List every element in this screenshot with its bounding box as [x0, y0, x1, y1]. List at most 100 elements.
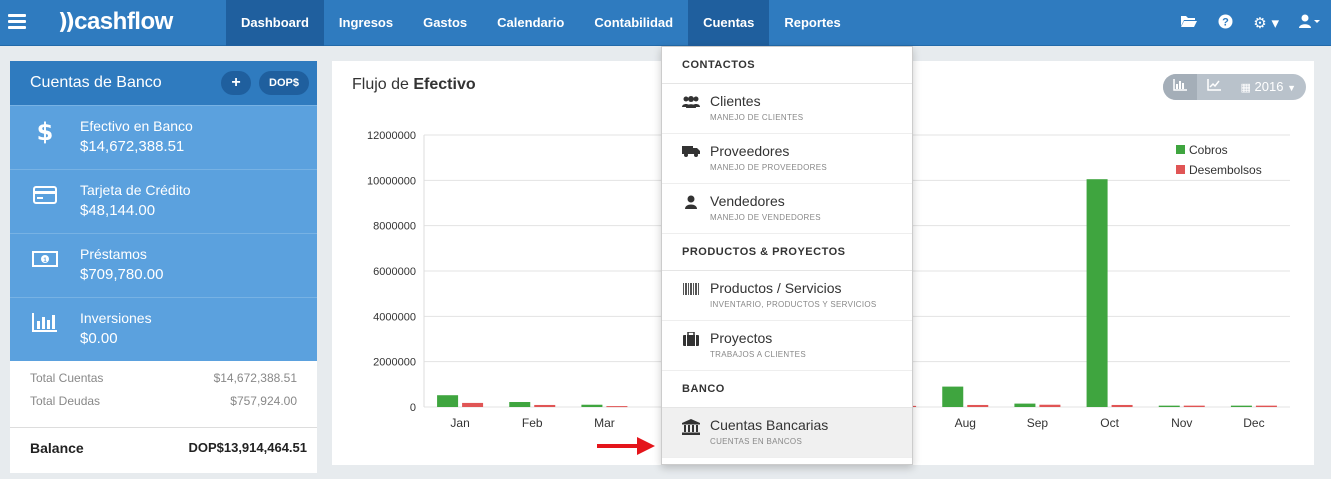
nav-ingresos[interactable]: Ingresos: [324, 0, 408, 46]
y-tick-label: 12000000: [367, 130, 416, 142]
menu-item-label: Cuentas Bancarias: [710, 417, 829, 433]
account-efectivo[interactable]: $ Efectivo en Banco $14,672,388.51: [10, 105, 317, 169]
menu-item-vendedores[interactable]: Vendedores MANEJO DE VENDEDORES: [662, 184, 912, 234]
briefcase-icon: [681, 331, 701, 350]
total-row: Total Deudas $757,924.00: [30, 394, 297, 417]
account-value: $14,672,388.51: [80, 138, 185, 155]
totals-block: Total Cuentas $14,672,388.51 Total Deuda…: [10, 361, 317, 417]
menu-item-sub: INVENTARIO, PRODUCTOS Y SERVICIOS: [710, 300, 877, 309]
question-icon[interactable]: ?: [1218, 14, 1233, 33]
menu-item-sub: CUENTAS EN BANCOS: [710, 437, 803, 446]
bar-desembolsos-oct: [1111, 404, 1133, 407]
menu-item-sub: TRABAJOS A CLIENTES: [710, 350, 806, 359]
account-value: $48,144.00: [80, 202, 156, 219]
bar-desembolsos-nov: [1183, 405, 1205, 407]
menu-item-clientes[interactable]: Clientes MANEJO DE CLIENTES: [662, 84, 912, 134]
credit-card-icon: [32, 182, 58, 208]
dollar-icon: $: [36, 118, 54, 146]
bar-desembolsos-feb: [534, 404, 556, 407]
y-tick-label: 4000000: [373, 311, 416, 323]
bank-accounts-title: Cuentas de Banco: [30, 74, 162, 91]
nav-cuentas[interactable]: Cuentas: [688, 0, 770, 46]
currency-button[interactable]: DOP$: [259, 71, 309, 95]
x-tick-label: Dec: [1243, 416, 1264, 430]
account-value: $0.00: [80, 330, 118, 347]
menu-item-label: Proveedores: [710, 143, 790, 159]
account-name: Tarjeta de Crédito: [80, 182, 191, 198]
menu-item-sub: MANEJO DE PROVEEDORES: [710, 163, 827, 172]
nav-gastos[interactable]: Gastos: [408, 0, 482, 46]
x-tick-label: Sep: [1027, 416, 1049, 430]
nav-contabilidad[interactable]: Contabilidad: [579, 0, 688, 46]
account-name: Efectivo en Banco: [80, 118, 193, 134]
total-label: Total Deudas: [30, 394, 101, 408]
menu-item-productos[interactable]: Productos / Servicios INVENTARIO, PRODUC…: [662, 271, 912, 321]
app-logo[interactable]: )) cashflow: [58, 8, 173, 36]
y-tick-label: 0: [410, 402, 416, 414]
user-icon: [681, 195, 701, 213]
account-name: Inversiones: [80, 310, 152, 326]
nav-reportes[interactable]: Reportes: [769, 0, 855, 46]
account-inversiones[interactable]: Inversiones $0.00: [10, 297, 317, 361]
bar-desembolsos-dec: [1255, 405, 1277, 407]
svg-text:?: ?: [1222, 16, 1229, 28]
bar-cobros-mar: [581, 404, 603, 407]
bar-cobros-oct: [1086, 179, 1108, 407]
legend-label: Desembolsos: [1189, 163, 1262, 177]
account-prestamos[interactable]: 1 Préstamos $709,780.00: [10, 233, 317, 297]
menu-item-cuentas-bancarias[interactable]: Cuentas Bancarias CUENTAS EN BANCOS: [662, 408, 912, 458]
menu-item-label: Vendedores: [710, 193, 785, 209]
x-tick-label: Oct: [1100, 416, 1119, 430]
nav-dashboard[interactable]: Dashboard: [226, 0, 324, 46]
y-tick-label: 10000000: [367, 175, 416, 187]
balance-row: Balance DOP$13,914,464.51: [10, 427, 317, 456]
bank-accounts-header: Cuentas de Banco + DOP$: [10, 61, 317, 105]
users-icon: [681, 95, 701, 113]
logo-mark: )): [58, 9, 75, 35]
bar-desembolsos-jan: [462, 402, 484, 407]
bar-desembolsos-aug: [967, 404, 989, 407]
total-value: $757,924.00: [230, 394, 297, 408]
gear-icon[interactable]: ⚙ ▾: [1253, 14, 1279, 32]
menu-item-proyectos[interactable]: Proyectos TRABAJOS A CLIENTES: [662, 321, 912, 371]
user-icon[interactable]: [1299, 14, 1321, 32]
main-nav: Dashboard Ingresos Gastos Calendario Con…: [226, 0, 856, 46]
legend-label: Cobros: [1189, 143, 1228, 157]
x-tick-label: Jan: [450, 416, 469, 430]
section-contactos: CONTACTOS: [662, 47, 912, 84]
menu-item-proveedores[interactable]: Proveedores MANEJO DE PROVEEDORES: [662, 134, 912, 184]
top-navbar: )) cashflow Dashboard Ingresos Gastos Ca…: [0, 0, 1331, 46]
x-tick-label: Mar: [594, 416, 615, 430]
bar-chart-icon: [32, 310, 58, 336]
y-tick-label: 2000000: [373, 357, 416, 369]
logo-text: cashflow: [74, 8, 173, 35]
account-name: Préstamos: [80, 246, 147, 262]
cuentas-dropdown: CONTACTOS Clientes MANEJO DE CLIENTES Pr…: [661, 46, 913, 465]
banknote-icon: 1: [32, 246, 58, 272]
nav-calendario[interactable]: Calendario: [482, 0, 579, 46]
x-tick-label: Nov: [1171, 416, 1192, 430]
section-banco: BANCO: [662, 371, 912, 408]
section-productos: PRODUCTOS & PROYECTOS: [662, 234, 912, 271]
bar-cobros-aug: [942, 386, 964, 407]
legend-swatch: [1176, 165, 1185, 174]
annotation-arrow-icon: [597, 437, 655, 455]
account-value: $709,780.00: [80, 266, 164, 283]
bar-cobros-dec: [1230, 405, 1252, 407]
barcode-icon: [681, 282, 701, 300]
bank-icon: [681, 419, 701, 439]
menu-item-sub: MANEJO DE VENDEDORES: [710, 213, 821, 222]
total-label: Total Cuentas: [30, 371, 104, 385]
add-account-button[interactable]: +: [221, 71, 252, 95]
menu-item-label: Productos / Servicios: [710, 280, 842, 296]
bar-cobros-feb: [509, 402, 531, 407]
menu-item-sub: MANEJO DE CLIENTES: [710, 113, 804, 122]
nav-right-tools: ? ⚙ ▾: [1170, 0, 1331, 46]
account-tarjeta[interactable]: Tarjeta de Crédito $48,144.00: [10, 169, 317, 233]
folder-open-icon[interactable]: [1180, 14, 1198, 32]
bar-cobros-nov: [1158, 405, 1180, 407]
bar-desembolsos-mar: [606, 406, 628, 408]
menu-item-label: Proyectos: [710, 330, 773, 346]
menu-icon[interactable]: [8, 14, 26, 30]
total-row: Total Cuentas $14,672,388.51: [30, 371, 297, 394]
